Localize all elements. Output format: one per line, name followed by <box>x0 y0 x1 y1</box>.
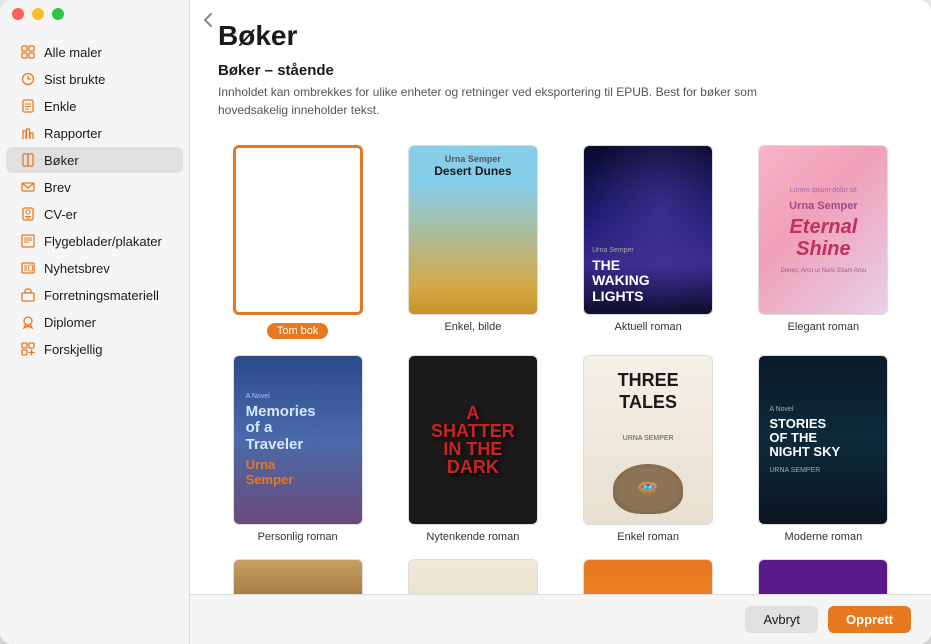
sidebar-item-label: CV-er <box>44 207 77 222</box>
sidebar: Alle maler Sist brukte Enk <box>0 0 190 644</box>
sidebar-item-diplomer[interactable]: Diplomer <box>6 309 183 335</box>
template-label: Personlig roman <box>258 531 338 543</box>
sidebar-item-alle-maler[interactable]: Alle maler <box>6 39 183 65</box>
template-label: Moderne roman <box>785 531 863 543</box>
template-item-enkel-roman[interactable]: THREE TALES URNA SEMPER 🪺 Enkel roman <box>569 355 728 543</box>
grid-icon <box>20 44 36 60</box>
template-label: Enkel, bilde <box>444 321 501 333</box>
clock-icon <box>20 71 36 87</box>
template-thumb-enkel-bilde: Urna Semper Desert Dunes <box>408 145 538 315</box>
sidebar-item-boker[interactable]: Bøker <box>6 147 183 173</box>
sidebar-item-label: Sist brukte <box>44 72 105 87</box>
sidebar-item-label: Forskjellig <box>44 342 103 357</box>
sidebar-item-label: Rapporter <box>44 126 102 141</box>
sidebar-item-forskjellig[interactable]: Forskjellig <box>6 336 183 362</box>
titlebar <box>0 0 931 28</box>
template-label: Enkel roman <box>617 531 679 543</box>
sidebar-item-label: Bøker <box>44 153 79 168</box>
report-icon <box>20 125 36 141</box>
template-label: Aktuell roman <box>614 321 681 333</box>
sidebar-item-forretning[interactable]: Forretningsmateriell <box>6 282 183 308</box>
template-thumb-puzzle <box>408 559 538 594</box>
section-description: Innholdet kan ombrekkes for ulike enhete… <box>218 83 798 119</box>
template-thumb-aktuell-roman: Urna Semper THEWAKINGLIGHTS <box>583 145 713 315</box>
template-label: Nytenkende roman <box>426 531 519 543</box>
maximize-button[interactable] <box>52 8 64 20</box>
template-thumb-moderne-roman: A Novel STORIESOF THENIGHT SKY URNA SEMP… <box>758 355 888 525</box>
sidebar-item-sist-brukte[interactable]: Sist brukte <box>6 66 183 92</box>
templates-area: Tom bok Urna Semper Desert Dunes Enkel, … <box>190 145 931 594</box>
template-thumb-elegant-roman: Lorem ipsum dolor sit Urna Semper Eterna… <box>758 145 888 315</box>
template-item-tom-bok[interactable]: Tom bok <box>218 145 377 339</box>
main-content: Bøker Bøker – stående Innholdet kan ombr… <box>190 0 931 644</box>
footer: Avbryt Opprett <box>190 594 931 644</box>
close-button[interactable] <box>12 8 24 20</box>
template-item-seasons-paris[interactable]: The SeasonsofParis Seasons of Paris <box>218 559 377 594</box>
cv-icon <box>20 206 36 222</box>
sidebar-item-rapporter[interactable]: Rapporter <box>6 120 183 146</box>
template-thumb-personlig-roman: A Novel Memoriesof aTraveler UrnaSemper <box>233 355 363 525</box>
sidebar-item-label: Flygeblader/plakater <box>44 234 162 249</box>
sidebar-item-label: Alle maler <box>44 45 102 60</box>
template-item-enkel-bilde[interactable]: Urna Semper Desert Dunes Enkel, bilde <box>393 145 552 339</box>
selected-label: Tom bok <box>267 323 329 339</box>
sidebar-item-label: Brev <box>44 180 71 195</box>
sidebar-item-label: Diplomer <box>44 315 96 330</box>
template-thumb-seasons-paris: The SeasonsofParis <box>233 559 363 594</box>
app-window: Alle maler Sist brukte Enk <box>0 0 931 644</box>
sidebar-item-brev[interactable]: Brev <box>6 174 183 200</box>
template-item-work-travel[interactable]: HOW TO: WORK &TRAVEL Arbeid og reise <box>569 559 728 594</box>
template-grid: Tom bok Urna Semper Desert Dunes Enkel, … <box>218 145 903 594</box>
doc-icon <box>20 98 36 114</box>
template-item-moderne-roman[interactable]: A Novel STORIESOF THENIGHT SKY URNA SEMP… <box>744 355 903 543</box>
sidebar-item-label: Enkle <box>44 99 77 114</box>
template-thumb-work-travel: HOW TO: WORK &TRAVEL <box>583 559 713 594</box>
template-item-puzzle[interactable] <box>393 559 552 594</box>
template-thumb-tom-bok <box>233 145 363 315</box>
diploma-icon <box>20 314 36 330</box>
section-title: Bøker – stående <box>218 62 903 79</box>
sidebar-item-label: Forretningsmateriell <box>44 288 159 303</box>
sidebar-item-cv-er[interactable]: CV-er <box>6 201 183 227</box>
misc-icon <box>20 341 36 357</box>
envelope-icon <box>20 179 36 195</box>
book-icon <box>20 152 36 168</box>
template-item-chemistry[interactable]: URNA SEMPER APPLIEDCHEMISTRY FIRST EDITI… <box>744 559 903 594</box>
template-thumb-enkel-roman: THREE TALES URNA SEMPER 🪺 <box>583 355 713 525</box>
flyer-icon <box>20 233 36 249</box>
template-item-nytenkende-roman[interactable]: ASHATTERIN THEDARK Nytenkende roman <box>393 355 552 543</box>
template-item-elegant-roman[interactable]: Lorem ipsum dolor sit Urna Semper Eterna… <box>744 145 903 339</box>
minimize-button[interactable] <box>32 8 44 20</box>
template-label: Elegant roman <box>788 321 860 333</box>
template-item-personlig-roman[interactable]: A Novel Memoriesof aTraveler UrnaSemper … <box>218 355 377 543</box>
create-button[interactable]: Opprett <box>828 606 911 633</box>
sidebar-item-flygeblader[interactable]: Flygeblader/plakater <box>6 228 183 254</box>
sidebar-item-label: Nyhetsbrev <box>44 261 110 276</box>
business-icon <box>20 287 36 303</box>
sidebar-item-nyhetsbrev[interactable]: Nyhetsbrev <box>6 255 183 281</box>
template-item-aktuell-roman[interactable]: Urna Semper THEWAKINGLIGHTS Aktuell roma… <box>569 145 728 339</box>
template-thumb-nytenkende-roman: ASHATTERIN THEDARK <box>408 355 538 525</box>
cancel-button[interactable]: Avbryt <box>745 606 818 633</box>
sidebar-item-enkle[interactable]: Enkle <box>6 93 183 119</box>
newsletter-icon <box>20 260 36 276</box>
template-thumb-chemistry: URNA SEMPER APPLIEDCHEMISTRY FIRST EDITI… <box>758 559 888 594</box>
